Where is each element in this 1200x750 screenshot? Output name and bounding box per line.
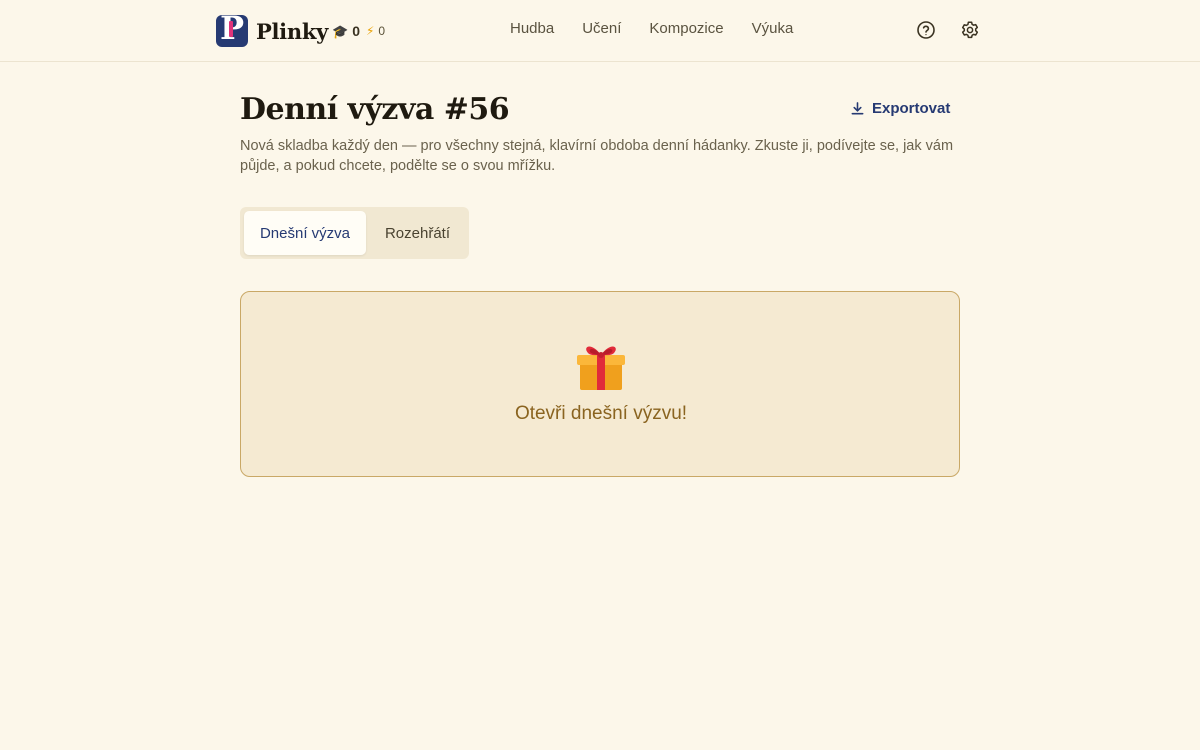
open-challenge-card[interactable]: Otevři dnešní výzvu!: [240, 291, 960, 477]
nav-item-kompozice[interactable]: Kompozice: [649, 20, 723, 37]
streak-count: 0: [378, 24, 386, 38]
settings-icon[interactable]: [960, 20, 980, 40]
tab-rozehrati[interactable]: Rozehřátí: [370, 211, 465, 255]
page-description: Nová skladba každý den — pro všechny ste…: [240, 138, 954, 174]
streak-stat: ⚡ 0: [366, 24, 385, 38]
nav-item-vyuka[interactable]: Výuka: [752, 20, 794, 37]
challenge-tabs: Dnešní výzva Rozehřátí: [240, 207, 469, 259]
main-nav: Hudba Učení Kompozice Výuka: [510, 20, 793, 37]
gift-icon: [577, 346, 625, 390]
graduation-cap-icon: 🎓: [332, 23, 349, 39]
graduation-stat: 🎓 0: [332, 23, 360, 39]
brand[interactable]: P Plinky: [216, 15, 328, 47]
header-actions: [916, 20, 980, 40]
brand-name: Plinky: [256, 18, 328, 44]
download-icon: [851, 102, 864, 115]
nav-item-hudba[interactable]: Hudba: [510, 20, 554, 37]
lightning-icon: ⚡: [365, 24, 375, 38]
export-button[interactable]: Exportovat: [850, 100, 950, 117]
export-label: Exportovat: [872, 100, 951, 117]
top-bar: P Plinky 🎓 0 ⚡ 0 Hudba Učení Kompozice V…: [0, 0, 1200, 62]
nav-item-uceni[interactable]: Učení: [582, 20, 621, 37]
graduation-count: 0: [352, 23, 360, 39]
help-icon[interactable]: [916, 20, 936, 40]
plinky-logo-icon: P: [216, 15, 248, 47]
page-title: Denní výzva #56: [240, 92, 510, 127]
tab-dnesni-vyzva[interactable]: Dnešní výzva: [244, 211, 366, 255]
user-stats: 🎓 0 ⚡ 0: [332, 21, 385, 41]
open-challenge-label: Otevři dnešní výzvu!: [514, 403, 688, 424]
